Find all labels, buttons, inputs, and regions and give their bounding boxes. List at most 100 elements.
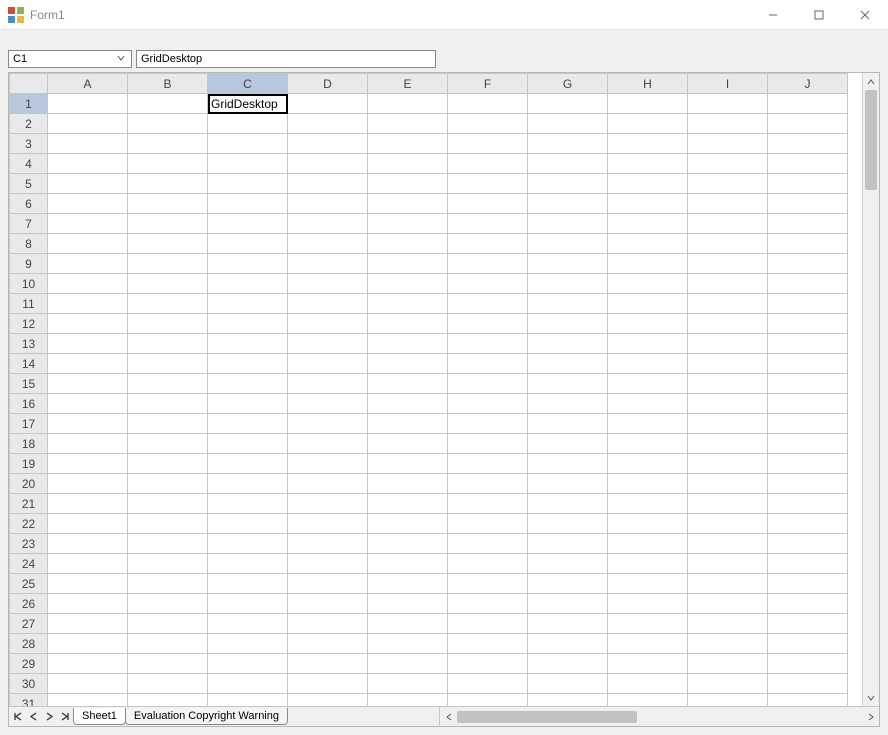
cell-E5[interactable] [368,174,448,194]
cell-I8[interactable] [688,234,768,254]
cell-E6[interactable] [368,194,448,214]
cell-F26[interactable] [448,594,528,614]
cell-D17[interactable] [288,414,368,434]
cell-I25[interactable] [688,574,768,594]
cell-E27[interactable] [368,614,448,634]
cell-B3[interactable] [128,134,208,154]
cell-G30[interactable] [528,674,608,694]
cell-I6[interactable] [688,194,768,214]
cell-G19[interactable] [528,454,608,474]
cell-E14[interactable] [368,354,448,374]
cell-E29[interactable] [368,654,448,674]
cell-D23[interactable] [288,534,368,554]
cell-I16[interactable] [688,394,768,414]
row-header-2[interactable]: 2 [10,114,48,134]
cell-A18[interactable] [48,434,128,454]
cell-J2[interactable] [768,114,848,134]
cell-C13[interactable] [208,334,288,354]
cell-C10[interactable] [208,274,288,294]
cell-D6[interactable] [288,194,368,214]
cell-I22[interactable] [688,514,768,534]
cell-B21[interactable] [128,494,208,514]
cell-G11[interactable] [528,294,608,314]
col-header-D[interactable]: D [288,74,368,94]
cell-A10[interactable] [48,274,128,294]
cell-B25[interactable] [128,574,208,594]
cell-A16[interactable] [48,394,128,414]
cell-G21[interactable] [528,494,608,514]
cell-G14[interactable] [528,354,608,374]
cell-D8[interactable] [288,234,368,254]
cell-H11[interactable] [608,294,688,314]
cell-I9[interactable] [688,254,768,274]
cell-G12[interactable] [528,314,608,334]
cell-I1[interactable] [688,94,768,114]
cell-B8[interactable] [128,234,208,254]
formula-input[interactable]: GridDesktop [136,50,436,68]
cell-A21[interactable] [48,494,128,514]
cell-J10[interactable] [768,274,848,294]
cell-F5[interactable] [448,174,528,194]
cell-J18[interactable] [768,434,848,454]
cell-D24[interactable] [288,554,368,574]
cell-D30[interactable] [288,674,368,694]
cell-J19[interactable] [768,454,848,474]
row-header-22[interactable]: 22 [10,514,48,534]
cell-C3[interactable] [208,134,288,154]
row-header-15[interactable]: 15 [10,374,48,394]
cell-F24[interactable] [448,554,528,574]
cell-I2[interactable] [688,114,768,134]
h-scroll-thumb[interactable] [457,711,637,723]
cell-B9[interactable] [128,254,208,274]
col-header-C[interactable]: C [208,74,288,94]
cell-B4[interactable] [128,154,208,174]
cell-B10[interactable] [128,274,208,294]
v-scroll-track[interactable] [863,90,879,689]
cell-F4[interactable] [448,154,528,174]
cell-H24[interactable] [608,554,688,574]
col-header-J[interactable]: J [768,74,848,94]
cell-F8[interactable] [448,234,528,254]
cell-G23[interactable] [528,534,608,554]
cell-J4[interactable] [768,154,848,174]
cell-E13[interactable] [368,334,448,354]
cell-I28[interactable] [688,634,768,654]
cell-J20[interactable] [768,474,848,494]
cell-B20[interactable] [128,474,208,494]
cell-G29[interactable] [528,654,608,674]
cell-H13[interactable] [608,334,688,354]
cell-G16[interactable] [528,394,608,414]
cell-C11[interactable] [208,294,288,314]
cell-C14[interactable] [208,354,288,374]
cell-D13[interactable] [288,334,368,354]
row-header-1[interactable]: 1 [10,94,48,114]
cell-A6[interactable] [48,194,128,214]
cell-E3[interactable] [368,134,448,154]
scroll-up-icon[interactable] [863,73,879,90]
cell-C12[interactable] [208,314,288,334]
cell-J12[interactable] [768,314,848,334]
row-header-24[interactable]: 24 [10,554,48,574]
cell-D9[interactable] [288,254,368,274]
row-header-25[interactable]: 25 [10,574,48,594]
cell-F28[interactable] [448,634,528,654]
cell-J25[interactable] [768,574,848,594]
col-header-G[interactable]: G [528,74,608,94]
col-header-B[interactable]: B [128,74,208,94]
cell-B5[interactable] [128,174,208,194]
cell-J1[interactable] [768,94,848,114]
cell-F14[interactable] [448,354,528,374]
cell-D1[interactable] [288,94,368,114]
cell-J27[interactable] [768,614,848,634]
cell-A23[interactable] [48,534,128,554]
cell-A29[interactable] [48,654,128,674]
cell-B15[interactable] [128,374,208,394]
cell-H19[interactable] [608,454,688,474]
cell-C15[interactable] [208,374,288,394]
cell-C28[interactable] [208,634,288,654]
cell-C5[interactable] [208,174,288,194]
cell-E7[interactable] [368,214,448,234]
cell-B17[interactable] [128,414,208,434]
cell-C27[interactable] [208,614,288,634]
cell-F27[interactable] [448,614,528,634]
